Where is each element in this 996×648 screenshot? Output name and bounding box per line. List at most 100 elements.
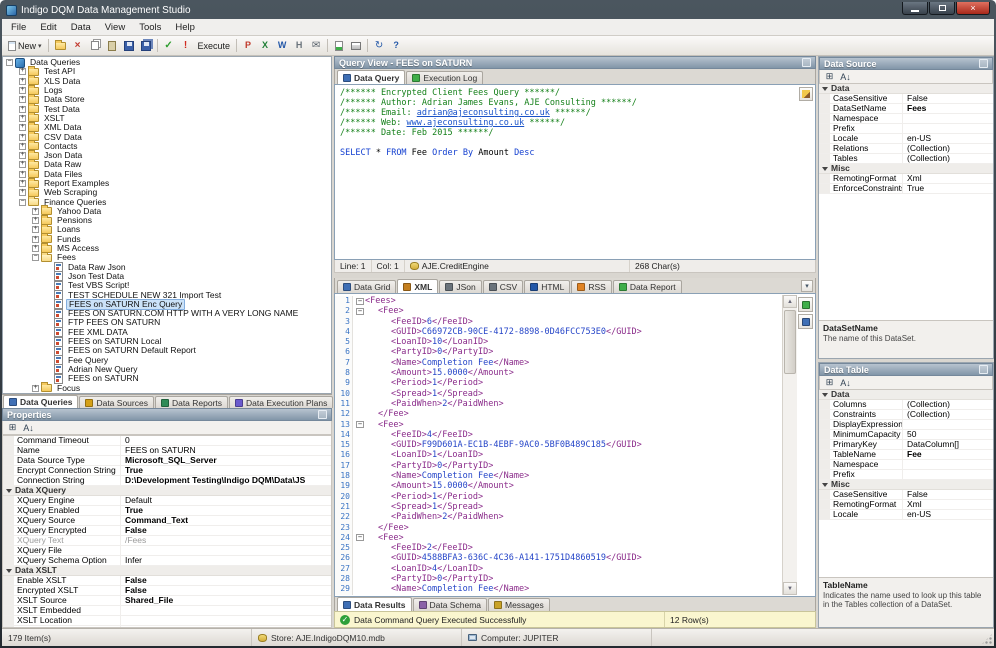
categorized-view-button[interactable]: ⊞ [6,422,19,433]
export-html-button[interactable]: H [291,38,307,54]
tree-item[interactable]: FEE XML DATA [3,328,331,337]
fold-icon[interactable]: − [356,308,364,315]
scroll-down-icon[interactable]: ▼ [783,582,797,595]
tree-expander[interactable]: + [32,208,39,215]
alphabetical-sort-button[interactable]: A↓ [839,71,852,82]
categorized-view-button[interactable]: ⊞ [823,377,836,388]
data-table-property-grid[interactable]: DataColumns(Collection)Constraints(Colle… [819,390,993,577]
property-category[interactable]: Data [819,390,993,400]
property-row[interactable]: Prefix [819,124,993,134]
tab-data-grid[interactable]: Data Grid [337,280,396,293]
property-row[interactable]: EnforceConstraintsTrue [819,184,993,194]
help-button[interactable]: ? [388,38,404,54]
property-row[interactable]: XSLT Embedded [3,606,331,616]
tree-expander[interactable]: − [19,199,26,206]
property-row[interactable]: XSLT SourceShared_File [3,596,331,606]
warning-icon[interactable]: ! [178,38,194,54]
email-button[interactable]: ✉ [308,38,324,54]
property-row[interactable]: XSLT Location [3,616,331,626]
tree-expander[interactable]: + [19,189,26,196]
fold-icon[interactable]: − [356,298,364,305]
tree-expander[interactable]: + [19,87,26,94]
tab-messages[interactable]: Messages [488,598,550,611]
property-row[interactable]: TableNameFee [819,450,993,460]
property-category[interactable]: Misc [819,480,993,490]
property-row[interactable]: CaseSensitiveFalse [819,490,993,500]
menu-view[interactable]: View [98,21,132,34]
tab-data-results[interactable]: Data Results [337,597,412,611]
property-row[interactable]: XQuery EngineDefault [3,496,331,506]
tree-expander[interactable]: + [32,217,39,224]
property-row[interactable]: XQuery EnabledTrue [3,506,331,516]
property-row[interactable]: Constraints(Collection) [819,410,993,420]
delete-button[interactable]: × [70,38,86,54]
tab-data-schema[interactable]: Data Schema [413,598,488,611]
data-source-property-grid[interactable]: DataCaseSensitiveFalseDataSetNameFeesNam… [819,84,993,320]
open-button[interactable] [52,38,69,54]
data-queries-tree[interactable]: −Data Queries+Test API+XLS Data+Logs+Dat… [2,56,332,394]
scroll-track[interactable] [783,308,797,582]
fold-icon[interactable]: − [356,534,364,541]
tab-data-execution-plans[interactable]: Data Execution Plans [229,396,333,408]
menu-help[interactable]: Help [168,21,202,34]
tree-item[interactable]: FEES on SATURN Default Report [3,346,331,355]
property-row[interactable]: Namespace [819,114,993,124]
menu-data[interactable]: Data [64,21,98,34]
categorized-view-button[interactable]: ⊞ [823,71,836,82]
tab-rss[interactable]: RSS [571,280,611,293]
tree-item[interactable]: FEES on SATURN [3,374,331,383]
alphabetical-sort-button[interactable]: A↓ [839,377,852,388]
tree-expander[interactable]: + [19,96,26,103]
tree-expander[interactable]: + [19,143,26,150]
tree-item[interactable]: +Focus [3,383,331,392]
paste-button[interactable] [104,38,120,54]
property-row[interactable]: PrimaryKeyDataColumn[] [819,440,993,450]
edit-query-button[interactable] [799,87,813,101]
float-panel-icon[interactable] [979,365,988,374]
tree-expander[interactable]: + [19,106,26,113]
property-row[interactable]: DataSetNameFees [819,104,993,114]
tab-execution-log[interactable]: Execution Log [406,71,483,84]
tree-item[interactable]: +Pensions [3,216,331,225]
float-panel-icon[interactable] [802,58,811,67]
property-category[interactable]: Misc [819,164,993,174]
tree-item[interactable]: +Yahoo Data [3,207,331,216]
property-row[interactable]: RemotingFormatXml [819,174,993,184]
property-category[interactable]: Data XSLT [3,566,331,576]
query-editor[interactable]: /****** Encrypted Client Fees Query ****… [334,84,816,260]
tree-expander[interactable]: + [32,385,39,392]
tree-expander[interactable]: + [19,124,26,131]
export-data-button[interactable] [798,297,813,312]
tab-data-reports[interactable]: Data Reports [155,396,228,408]
tree-expander[interactable]: + [19,78,26,85]
property-row[interactable]: Enable XSLTFalse [3,576,331,586]
copy-button[interactable] [87,38,103,54]
tab-html[interactable]: HTML [524,280,570,293]
tree-item[interactable]: Data Raw Json [3,263,331,272]
export-excel-button[interactable]: X [257,38,273,54]
property-row[interactable]: Relations(Collection) [819,144,993,154]
property-row[interactable]: DisplayExpression [819,420,993,430]
property-row[interactable]: RemotingFormatXml [819,500,993,510]
export-word-button[interactable]: W [274,38,290,54]
view-report-button[interactable] [798,314,813,329]
property-row[interactable]: Localeen-US [819,510,993,520]
tree-expander[interactable]: + [19,115,26,122]
property-category[interactable]: Data XQuery [3,486,331,496]
tree-expander[interactable]: + [32,236,39,243]
tree-item[interactable]: FEES ON SATURN.COM HTTP WITH A VERY LONG… [3,309,331,318]
property-row[interactable]: Command Timeout0 [3,436,331,446]
query-property-grid[interactable]: Command Timeout0NameFEES on SATURNData S… [2,435,332,628]
print-button[interactable] [348,38,364,54]
tree-item[interactable]: Fee Query [3,356,331,365]
tree-item[interactable]: Adrian New Query [3,365,331,374]
save-button[interactable] [121,38,137,54]
close-button[interactable]: × [956,2,990,15]
tab-data-query[interactable]: Data Query [337,70,405,84]
property-row[interactable]: XQuery EncryptedFalse [3,526,331,536]
validate-button[interactable]: ✓ [161,38,177,54]
collapse-panel-icon[interactable]: ▾ [801,280,813,292]
new-button[interactable]: New▾ [5,38,45,54]
tree-expander[interactable]: + [19,171,26,178]
tab-csv[interactable]: CSV [483,280,523,293]
